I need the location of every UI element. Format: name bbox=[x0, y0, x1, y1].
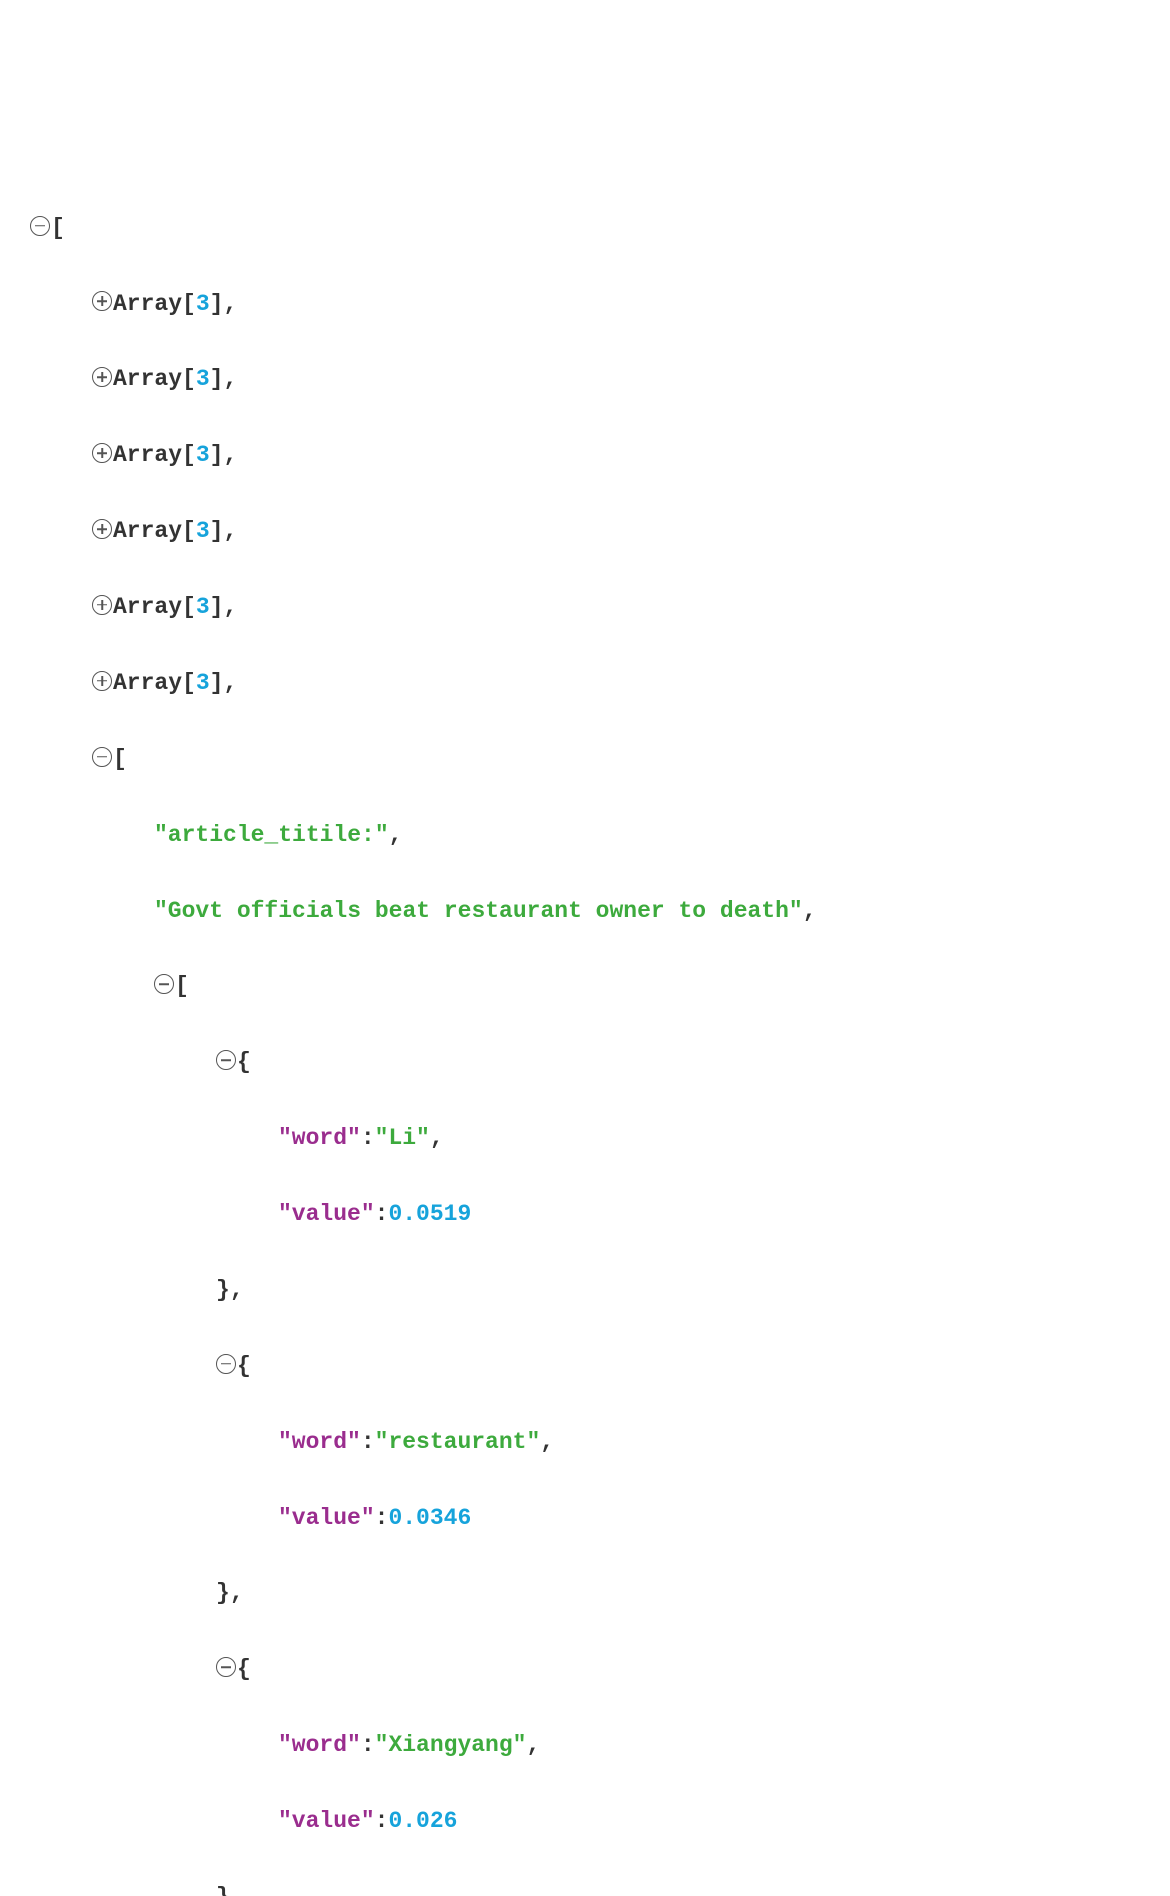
array-size: 3 bbox=[196, 291, 210, 317]
json-string: "article_titile:" bbox=[154, 822, 389, 848]
json-number: 0.026 bbox=[388, 1808, 457, 1834]
collapse-icon[interactable] bbox=[216, 1657, 236, 1677]
json-key: "word" bbox=[278, 1429, 361, 1455]
expand-icon[interactable] bbox=[92, 595, 112, 615]
json-key: "value" bbox=[278, 1505, 375, 1531]
array-size: 3 bbox=[196, 594, 210, 620]
array-type-label: Array bbox=[113, 291, 182, 317]
close-brace: } bbox=[216, 1277, 230, 1303]
array-type-label: Array bbox=[113, 366, 182, 392]
expand-icon[interactable] bbox=[92, 291, 112, 311]
array-size: 3 bbox=[196, 518, 210, 544]
collapse-icon[interactable] bbox=[154, 974, 174, 994]
json-string: "restaurant" bbox=[375, 1429, 541, 1455]
open-bracket: [ bbox=[51, 215, 65, 241]
close-brace: } bbox=[216, 1580, 230, 1606]
close-brace: } bbox=[216, 1884, 230, 1896]
collapse-icon[interactable] bbox=[30, 216, 50, 236]
json-key: "value" bbox=[278, 1201, 375, 1227]
expand-icon[interactable] bbox=[92, 671, 112, 691]
open-brace: { bbox=[237, 1049, 251, 1075]
json-key: "word" bbox=[278, 1732, 361, 1758]
expand-icon[interactable] bbox=[92, 443, 112, 463]
array-type-label: Array bbox=[113, 442, 182, 468]
open-bracket: [ bbox=[113, 746, 127, 772]
open-brace: { bbox=[237, 1353, 251, 1379]
json-key: "value" bbox=[278, 1808, 375, 1834]
collapse-icon[interactable] bbox=[216, 1050, 236, 1070]
collapse-icon[interactable] bbox=[92, 747, 112, 767]
json-key: "word" bbox=[278, 1125, 361, 1151]
expand-icon[interactable] bbox=[92, 519, 112, 539]
array-type-label: Array bbox=[113, 518, 182, 544]
json-string: "Li" bbox=[375, 1125, 430, 1151]
json-number: 0.0519 bbox=[388, 1201, 471, 1227]
json-number: 0.0346 bbox=[388, 1505, 471, 1531]
array-size: 3 bbox=[196, 366, 210, 392]
open-bracket: [ bbox=[175, 973, 189, 999]
array-size: 3 bbox=[196, 670, 210, 696]
array-type-label: Array bbox=[113, 594, 182, 620]
json-string: "Xiangyang" bbox=[375, 1732, 527, 1758]
open-brace: { bbox=[237, 1656, 251, 1682]
expand-icon[interactable] bbox=[92, 367, 112, 387]
json-string: "Govt officials beat restaurant owner to… bbox=[154, 898, 803, 924]
array-size: 3 bbox=[196, 442, 210, 468]
array-type-label: Array bbox=[113, 670, 182, 696]
json-viewer: [ Array[3], Array[3], Array[3], Array[3]… bbox=[30, 172, 1150, 1896]
collapse-icon[interactable] bbox=[216, 1354, 236, 1374]
